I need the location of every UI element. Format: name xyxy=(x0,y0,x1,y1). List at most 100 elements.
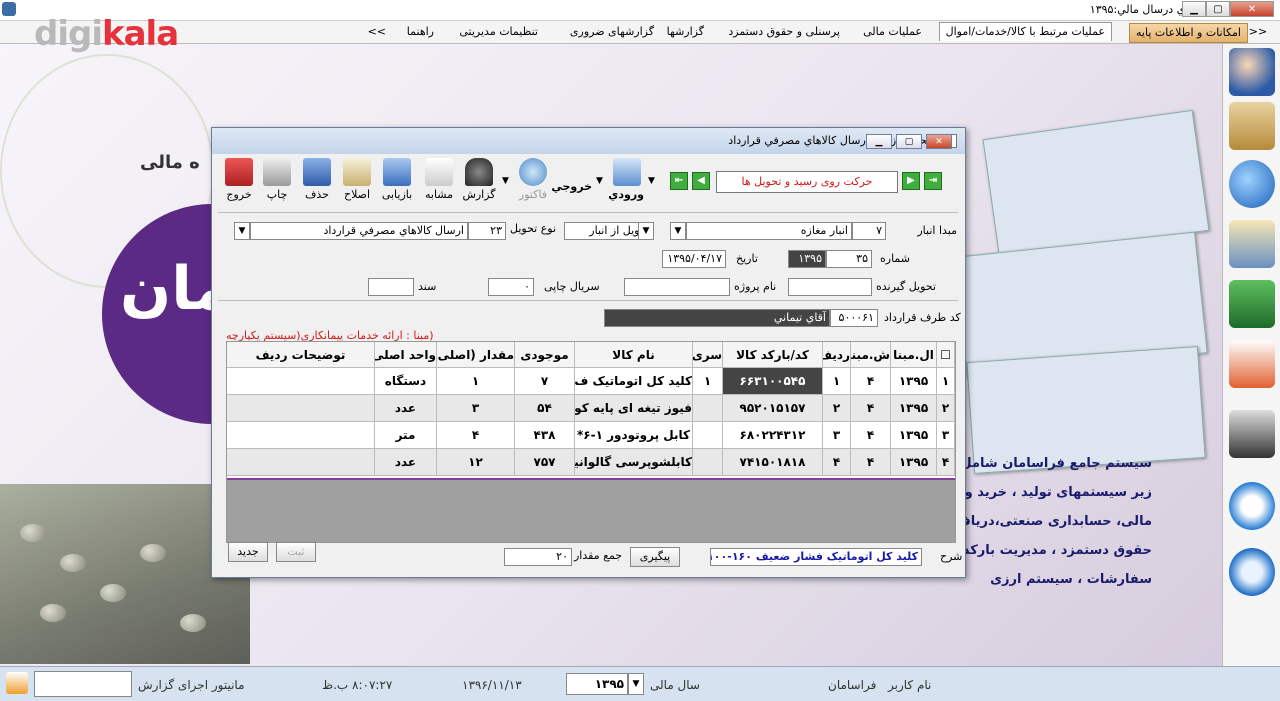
column-header[interactable]: موجودی xyxy=(515,342,575,368)
dialog-minimize-button[interactable]: ▁ xyxy=(866,134,892,149)
grid-cell-unit[interactable]: عدد xyxy=(375,449,437,476)
grid-cell-year[interactable]: ۱۳۹۵ xyxy=(891,422,937,449)
column-header[interactable]: مقدار (اصلی) xyxy=(437,342,515,368)
menu-item-help[interactable]: راهنما xyxy=(401,23,440,41)
invoice-icon[interactable] xyxy=(1229,340,1275,388)
grid-cell-year[interactable]: ۱۳۹۵ xyxy=(891,395,937,422)
input-button[interactable]: ورودي xyxy=(608,158,644,208)
grid-cell-note[interactable] xyxy=(227,422,375,449)
grid-cell-num[interactable]: ۱ xyxy=(937,368,955,395)
calendar-icon[interactable] xyxy=(6,672,28,694)
grid-cell-qty[interactable]: ۳ xyxy=(437,395,515,422)
grid-cell-sh[interactable]: ۴ xyxy=(851,368,891,395)
grid-cell-name[interactable]: کلید کل اتوماتیک ف xyxy=(575,368,693,395)
menu-item-financial[interactable]: عملیات مالی xyxy=(857,23,928,41)
column-header[interactable]: واحد اصلی xyxy=(375,342,437,368)
fiscal-year-select[interactable]: ۱۳۹۵ xyxy=(566,673,628,695)
grid-cell-sh[interactable]: ۴ xyxy=(851,395,891,422)
column-header[interactable]: سری xyxy=(693,342,723,368)
grid-cell-qty[interactable]: ۴ xyxy=(437,422,515,449)
fiscal-year-dropdown[interactable]: ▼ xyxy=(628,673,644,695)
grid-cell-name[interactable]: فیوز تیغه ای پایه کو xyxy=(575,395,693,422)
grid-cell-unit[interactable]: عدد xyxy=(375,395,437,422)
menu-item-payroll[interactable]: پرسنلی و حقوق دستمزد xyxy=(722,23,846,41)
dialog-close-button[interactable]: ✕ xyxy=(926,134,952,149)
grid-cell-year[interactable]: ۱۳۹۵ xyxy=(891,449,937,476)
grid-cell-num[interactable]: ۴ xyxy=(937,449,955,476)
menu-forward-button[interactable]: >> xyxy=(362,23,392,41)
register-button[interactable]: ثبت xyxy=(276,542,316,562)
column-header[interactable]: کد/بارکد کالا xyxy=(723,342,823,368)
grid-cell-row[interactable]: ۱ xyxy=(823,368,851,395)
report-monitor-label[interactable]: مانیتور اجرای گزارش xyxy=(138,678,245,692)
grid-cell-code[interactable]: ۹۵۲۰۱۵۱۵۷ xyxy=(723,395,823,422)
similar-button[interactable]: مشابه xyxy=(422,158,456,208)
report-dropdown-arrow[interactable]: ▼ xyxy=(502,176,509,186)
edit-button[interactable]: اصلاح xyxy=(340,158,374,208)
money-icon[interactable] xyxy=(1229,280,1275,328)
close-button[interactable]: ✕ xyxy=(1230,1,1274,17)
grid-cell-row[interactable]: ۳ xyxy=(823,422,851,449)
grid-cell-note[interactable] xyxy=(227,368,375,395)
menu-item-base-info[interactable]: امکانات و اطلاعات پایه xyxy=(1129,23,1248,43)
notes-icon[interactable] xyxy=(1229,482,1275,530)
delivery-kind-dropdown[interactable]: ▼ xyxy=(638,222,654,240)
grid-cell-note[interactable] xyxy=(227,395,375,422)
maximize-button[interactable]: ▢ xyxy=(1206,1,1230,17)
exit-button[interactable]: خروج xyxy=(222,158,256,208)
grid-cell-stock[interactable]: ۵۴ xyxy=(515,395,575,422)
menu-item-reports[interactable]: گزارشها xyxy=(661,23,710,41)
source-warehouse-code[interactable]: ۷ xyxy=(852,222,886,240)
warehouse-box-icon[interactable] xyxy=(1229,102,1275,150)
project-field[interactable] xyxy=(624,278,730,296)
nav-prev-button[interactable]: ◀ xyxy=(692,172,710,190)
track-button[interactable]: پیگیری xyxy=(630,547,680,567)
delivery-name-dropdown[interactable]: ▼ xyxy=(234,222,250,240)
contract-code-field[interactable]: ۵۰۰۰۶۱ xyxy=(830,309,878,327)
grid-cell-name[interactable]: کابل پروتودور ۱-۶* xyxy=(575,422,693,449)
column-header[interactable]: توضیحات ردیف xyxy=(227,342,375,368)
retrieve-button[interactable]: بازیابی xyxy=(380,158,414,208)
nav-last-button[interactable]: ⇥ xyxy=(924,172,942,190)
nav-next-button[interactable]: ▶ xyxy=(902,172,920,190)
teamviewer-icon[interactable] xyxy=(1229,548,1275,596)
grid-cell-year[interactable]: ۱۳۹۵ xyxy=(891,368,937,395)
print-serial-field[interactable]: ۰ xyxy=(488,278,534,296)
menu-item-admin-settings[interactable]: تنظیمات مدیریتی xyxy=(453,23,544,41)
delivery-name-field[interactable]: ارسال کالاهاي مصرفي قرارداد xyxy=(250,222,468,240)
grid-cell-series[interactable] xyxy=(693,395,723,422)
grid-cell-qty[interactable]: ۱ xyxy=(437,368,515,395)
grid-cell-stock[interactable]: ۴۳۸ xyxy=(515,422,575,449)
grid-cell-series[interactable]: ۱ xyxy=(693,368,723,395)
grid-cell-unit[interactable]: دستگاه xyxy=(375,368,437,395)
grid-cell-unit[interactable]: متر xyxy=(375,422,437,449)
print-button[interactable]: چاپ xyxy=(260,158,294,208)
source-warehouse-name[interactable]: انبار مغازه xyxy=(686,222,852,240)
output-dropdown-arrow[interactable]: ▼ xyxy=(596,176,603,186)
grid-cell-qty[interactable]: ۱۲ xyxy=(437,449,515,476)
column-header[interactable]: نام کالا xyxy=(575,342,693,368)
receiver-field[interactable] xyxy=(788,278,872,296)
new-button[interactable]: جدید xyxy=(228,542,268,562)
nav-first-button[interactable]: ⇤ xyxy=(670,172,688,190)
report-button[interactable]: گزارش xyxy=(462,158,496,208)
select-all-checkbox[interactable]: ☐ xyxy=(937,342,955,368)
grid-cell-num[interactable]: ۳ xyxy=(937,422,955,449)
grid-cell-num[interactable]: ۲ xyxy=(937,395,955,422)
menu-item-goods-operations[interactable]: عملیات مرتبط با کالا/خدمات/اموال xyxy=(938,22,1112,41)
column-header[interactable]: ش.مبنا xyxy=(851,342,891,368)
grid-cell-note[interactable] xyxy=(227,449,375,476)
grid-cell-series[interactable] xyxy=(693,422,723,449)
grid-cell-name[interactable]: کابلشوپرسی گالوانیز xyxy=(575,449,693,476)
document-field[interactable] xyxy=(368,278,414,296)
column-header[interactable]: ال.مبنا xyxy=(891,342,937,368)
invoice-button[interactable]: فاکتور xyxy=(516,158,550,208)
grid-cell-stock[interactable]: ۷ xyxy=(515,368,575,395)
users-icon[interactable] xyxy=(1229,48,1275,96)
number-value-field[interactable]: ۳۵ xyxy=(826,250,872,268)
source-warehouse-dropdown[interactable]: ▼ xyxy=(670,222,686,240)
grid-cell-stock[interactable]: ۷۵۷ xyxy=(515,449,575,476)
documents-icon[interactable] xyxy=(1229,220,1275,268)
dialog-maximize-button[interactable]: ▢ xyxy=(896,134,922,149)
grid-cell-row[interactable]: ۴ xyxy=(823,449,851,476)
